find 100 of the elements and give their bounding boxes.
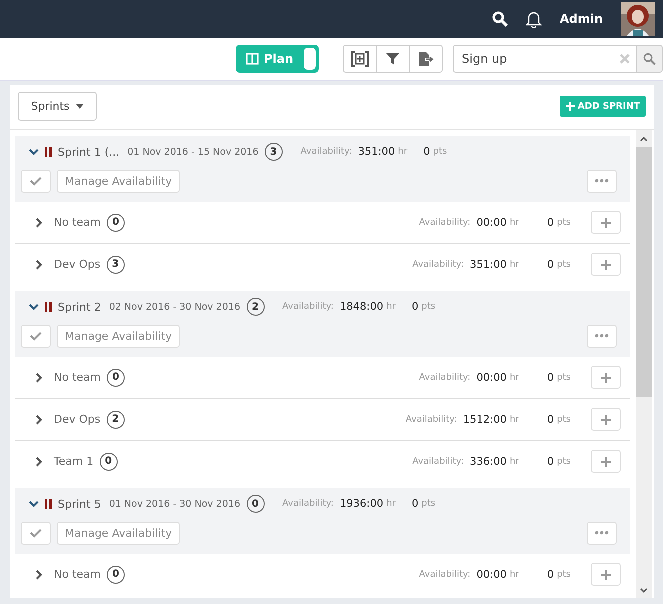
points-value: 0 (547, 414, 554, 426)
caret-icon (76, 104, 84, 109)
points-value: 0 (547, 456, 554, 468)
more-button[interactable] (587, 324, 617, 348)
team-row[interactable]: Team 1 0 Availability: 336:00 hr 0 pts (15, 441, 630, 482)
hours-unit: hr (510, 414, 520, 424)
availability-value: 1848:00 (340, 301, 384, 313)
add-button[interactable] (591, 366, 621, 389)
availability-label: Availability: (406, 414, 458, 424)
more-button[interactable] (587, 170, 617, 192)
count-badge: 0 (107, 566, 125, 584)
check-button[interactable] (21, 324, 51, 348)
availability-value: 1512:00 (463, 414, 507, 426)
chevron-down-icon[interactable] (29, 302, 39, 312)
points-unit: pts (557, 456, 571, 466)
more-button[interactable] (587, 522, 617, 544)
scrollbar[interactable] (636, 130, 652, 598)
bell-icon[interactable] (526, 10, 542, 28)
check-icon (30, 176, 42, 186)
sprint-dates: 01 Nov 2016 - 15 Nov 2016 (128, 146, 259, 158)
points-unit: pts (557, 570, 571, 580)
availability-value: 00:00 (476, 216, 507, 228)
chevron-right-icon[interactable] (34, 570, 44, 580)
team-name: Team 1 (54, 455, 94, 468)
plus-icon (566, 102, 575, 111)
sprint-name: Sprint 5 (58, 498, 102, 510)
pause-icon (45, 499, 52, 509)
more-icon (595, 334, 609, 338)
team-row[interactable]: No team 0 Availability: 00:00 hr 0 pts (15, 202, 630, 244)
search-icon[interactable] (492, 11, 508, 27)
points-unit: pts (557, 218, 571, 228)
chevron-down-icon[interactable] (29, 499, 39, 509)
team-name: No team (54, 371, 101, 384)
availability-value: 351:00 (358, 146, 396, 158)
hours-unit: hr (510, 218, 520, 228)
team-row[interactable]: Dev Ops 2 Availability: 1512:00 hr 0 pts (15, 399, 630, 441)
plus-icon (600, 258, 612, 270)
check-button[interactable] (21, 522, 51, 544)
chevron-right-icon[interactable] (34, 456, 44, 466)
plus-icon (600, 372, 612, 384)
add-button[interactable] (591, 253, 621, 276)
scroll-up-icon[interactable] (639, 135, 649, 143)
count-badge: 2 (246, 298, 264, 316)
sprints-dropdown[interactable]: Sprints (18, 92, 97, 121)
availability-label: Availability: (282, 499, 334, 509)
team-name: Dev Ops (54, 258, 101, 271)
team-row[interactable]: Dev Ops 3 Availability: 351:00 hr 0 pts (15, 244, 630, 285)
hours-unit: hr (510, 372, 520, 382)
user-name[interactable]: Admin (560, 12, 603, 26)
count-badge: 0 (246, 495, 264, 513)
count-badge: 0 (100, 452, 118, 470)
pause-icon (45, 302, 52, 312)
hours-unit: hr (510, 260, 520, 270)
points-value: 0 (547, 216, 554, 228)
availability-value: 1936:00 (340, 498, 384, 510)
points-value: 0 (412, 498, 419, 510)
hours-unit: hr (510, 456, 520, 466)
team-row[interactable]: No team 0 Availability: 00:00 hr 0 pts (15, 554, 630, 595)
availability-label: Availability: (419, 570, 471, 580)
points-unit: pts (557, 414, 571, 424)
manage-availability-button[interactable]: Manage Availability (57, 170, 180, 192)
sprint-name: Sprint 2 (58, 300, 102, 314)
availability-label: Availability: (412, 260, 464, 270)
points-unit: pts (557, 260, 571, 270)
count-badge: 2 (106, 410, 125, 428)
add-button[interactable] (591, 450, 621, 473)
team-name: No team (54, 216, 101, 229)
availability-label: Availability: (282, 302, 334, 312)
points-unit: pts (422, 499, 436, 509)
chevron-right-icon[interactable] (34, 414, 44, 424)
availability-value: 00:00 (476, 372, 507, 384)
manage-availability-button[interactable]: Manage Availability (57, 324, 180, 348)
search-field[interactable]: Sign up (453, 45, 637, 73)
more-icon (595, 179, 609, 183)
count-badge: 0 (107, 368, 125, 386)
sprint-name: Sprint 1 (... (58, 146, 120, 158)
plus-icon (600, 216, 612, 228)
manage-availability-button[interactable]: Manage Availability (57, 522, 180, 544)
points-value: 0 (547, 258, 554, 270)
points-value: 0 (547, 372, 554, 384)
search-button[interactable] (637, 45, 663, 73)
chevron-down-icon[interactable] (29, 147, 39, 157)
points-value: 0 (547, 568, 554, 580)
availability-value: 336:00 (470, 456, 507, 468)
check-button[interactable] (21, 170, 51, 192)
points-unit: pts (433, 147, 448, 157)
availability-label: Availability: (419, 218, 471, 228)
points-unit: pts (557, 372, 571, 382)
availability-label: Availability: (412, 456, 464, 466)
scroll-down-icon[interactable] (639, 587, 649, 595)
add-button[interactable] (591, 408, 621, 431)
chevron-right-icon[interactable] (34, 260, 44, 270)
add-button[interactable] (591, 211, 621, 234)
points-value: 0 (424, 146, 430, 158)
add-button[interactable] (591, 563, 621, 586)
team-row[interactable]: No team 0 Availability: 00:00 hr 0 pts (15, 357, 630, 399)
chevron-right-icon[interactable] (34, 372, 44, 382)
chevron-right-icon[interactable] (34, 218, 44, 228)
points-unit: pts (422, 302, 436, 312)
count-badge: 3 (106, 256, 125, 274)
